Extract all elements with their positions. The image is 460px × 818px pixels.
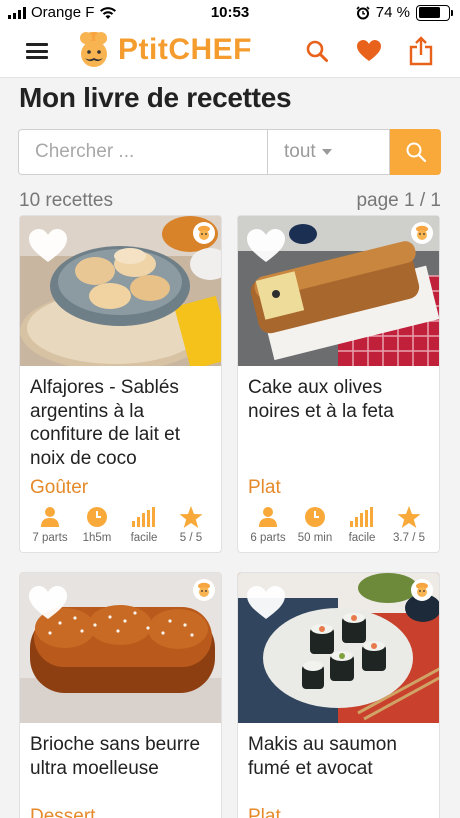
results-count: 10 recettes [19, 190, 113, 211]
search-icon [406, 142, 426, 163]
heart-icon[interactable] [354, 36, 384, 66]
search-icon[interactable] [302, 36, 332, 66]
servings-label: 7 parts [32, 532, 68, 544]
caret-down-icon [321, 149, 332, 155]
chef-badge-icon [411, 222, 433, 244]
recipe-category: Plat [248, 477, 281, 498]
page-title: Mon livre de recettes [19, 82, 292, 113]
difficulty-bars-icon [340, 505, 384, 529]
recipe-photo [20, 216, 221, 366]
recipe-photo [238, 573, 439, 723]
chef-logo-icon [80, 32, 107, 67]
alarm-icon [356, 5, 370, 19]
difficulty-label: facile [348, 532, 376, 544]
recipe-name[interactable]: Makis au saumon fumé et avocat [238, 723, 439, 805]
recipe-name[interactable]: Cake aux olives noires et à la feta [238, 366, 439, 476]
battery-icon [416, 4, 453, 21]
recipe-name[interactable]: Alfajores - Sablés argentins à la confit… [20, 366, 221, 476]
time-stat: 1h5m [75, 505, 119, 544]
category-filter-select[interactable]: tout [267, 129, 390, 175]
servings-stat: 7 parts [28, 505, 72, 544]
recipe-category: Plat [248, 806, 281, 818]
rating-stat: 3.7 / 5 [387, 505, 431, 544]
recipe-stats: 7 parts 1h5m facile 5 / 5 [20, 503, 221, 544]
difficulty-label: facile [130, 532, 158, 544]
rating-label: 5 / 5 [179, 532, 203, 544]
favorite-heart-icon[interactable] [246, 228, 286, 264]
menu-icon[interactable] [26, 43, 48, 59]
logo-text: PtitCHEF [118, 33, 252, 66]
servings-stat: 6 parts [246, 505, 290, 544]
recipe-card[interactable]: Alfajores - Sablés argentins à la confit… [19, 215, 222, 553]
clock-icon [75, 505, 119, 529]
time-label: 1h5m [82, 532, 112, 544]
favorite-heart-icon[interactable] [28, 585, 68, 621]
ptitchef-logo[interactable]: PtitCHEF [72, 30, 252, 70]
search-input[interactable]: Chercher ... [18, 129, 267, 175]
recipe-card[interactable]: Makis au saumon fumé et avocat Plat [237, 572, 440, 818]
share-icon[interactable] [406, 36, 436, 66]
status-bar: Orange F 10:53 74 % [0, 0, 460, 26]
favorite-heart-icon[interactable] [246, 585, 286, 621]
recipe-photo [20, 573, 221, 723]
rating-stat: 5 / 5 [169, 505, 213, 544]
star-icon [387, 505, 431, 529]
difficulty-bars-icon [122, 505, 166, 529]
recipe-card[interactable]: Cake aux olives noires et à la feta Plat… [237, 215, 440, 553]
battery-percent: 74 % [375, 4, 410, 21]
recipe-card[interactable]: Brioche sans beurre ultra moelleuse Dess… [19, 572, 222, 818]
recipe-stats: 6 parts 50 min facile 3.7 / 5 [238, 503, 439, 544]
person-icon [28, 505, 72, 529]
person-icon [246, 505, 290, 529]
rating-label: 3.7 / 5 [393, 532, 425, 544]
recipe-category: Goûter [30, 477, 89, 498]
recipe-category: Dessert [30, 806, 96, 818]
filter-value: tout [284, 141, 316, 162]
chef-badge-icon [193, 222, 215, 244]
recipe-name[interactable]: Brioche sans beurre ultra moelleuse [20, 723, 221, 805]
chef-badge-icon [411, 579, 433, 601]
search-bar: Chercher ... tout [18, 129, 441, 175]
time-stat: 50 min [293, 505, 337, 544]
search-button[interactable] [390, 129, 441, 175]
recipe-photo [238, 216, 439, 366]
star-icon [169, 505, 213, 529]
time-label: 50 min [297, 532, 333, 544]
chef-badge-icon [193, 579, 215, 601]
app-header: PtitCHEF [0, 26, 460, 78]
clock-icon [293, 505, 337, 529]
servings-label: 6 parts [250, 532, 286, 544]
pagination: page 1 / 1 [356, 190, 441, 211]
difficulty-stat: facile [340, 505, 384, 544]
favorite-heart-icon[interactable] [28, 228, 68, 264]
difficulty-stat: facile [122, 505, 166, 544]
